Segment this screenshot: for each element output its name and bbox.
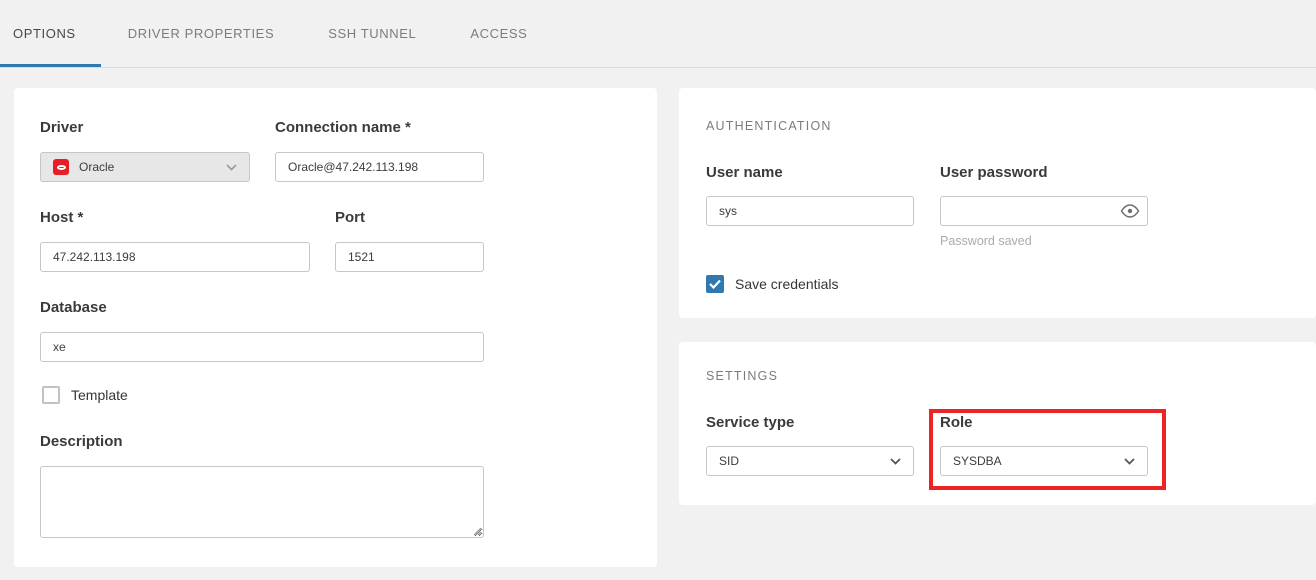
driver-label: Driver [40, 119, 83, 136]
save-credentials-checkbox[interactable] [706, 275, 724, 293]
host-label: Host * [40, 209, 83, 226]
description-textarea[interactable] [40, 466, 484, 538]
oracle-icon [53, 159, 69, 175]
chevron-down-icon [226, 164, 237, 171]
role-select[interactable]: SYSDBA [940, 446, 1148, 476]
host-input[interactable] [40, 242, 310, 272]
template-checkbox-row[interactable]: Template [42, 386, 128, 404]
connection-name-input[interactable] [275, 152, 484, 182]
service-type-label: Service type [706, 414, 794, 431]
checkmark-icon [709, 279, 721, 289]
authentication-panel: AUTHENTICATION User name User password P… [679, 88, 1316, 318]
save-credentials-label: Save credentials [735, 276, 839, 292]
tab-ssh-tunnel[interactable]: SSH TUNNEL [301, 0, 443, 67]
settings-panel: SETTINGS Service type SID Role SYSDBA [679, 342, 1316, 505]
authentication-heading: AUTHENTICATION [706, 119, 832, 133]
role-label: Role [940, 414, 973, 431]
user-name-input[interactable] [706, 196, 914, 226]
chevron-down-icon [1124, 458, 1135, 465]
tab-options[interactable]: OPTIONS [0, 0, 101, 67]
eye-icon [1120, 204, 1140, 218]
role-value: SYSDBA [953, 454, 1002, 468]
driver-value: Oracle [79, 160, 114, 174]
show-password-button[interactable] [1120, 196, 1140, 226]
database-label: Database [40, 299, 107, 316]
service-type-select[interactable]: SID [706, 446, 914, 476]
tab-access[interactable]: ACCESS [443, 0, 554, 67]
driver-select[interactable]: Oracle [40, 152, 250, 182]
tab-driver-properties[interactable]: DRIVER PROPERTIES [101, 0, 302, 67]
connection-options-panel: Driver Oracle Connection name * Host * P… [14, 88, 657, 567]
database-input[interactable] [40, 332, 484, 362]
user-name-label: User name [706, 164, 783, 181]
description-label: Description [40, 433, 123, 450]
user-password-input[interactable] [940, 196, 1148, 226]
port-input[interactable] [335, 242, 484, 272]
template-checkbox[interactable] [42, 386, 60, 404]
user-password-label: User password [940, 164, 1048, 181]
connection-name-label: Connection name * [275, 119, 411, 136]
save-credentials-row[interactable]: Save credentials [706, 275, 839, 293]
chevron-down-icon [890, 458, 901, 465]
service-type-value: SID [719, 454, 739, 468]
password-saved-hint: Password saved [940, 234, 1032, 248]
settings-heading: SETTINGS [706, 369, 778, 383]
template-label: Template [71, 387, 128, 403]
port-label: Port [335, 209, 365, 226]
tab-bar: OPTIONS DRIVER PROPERTIES SSH TUNNEL ACC… [0, 0, 1316, 68]
